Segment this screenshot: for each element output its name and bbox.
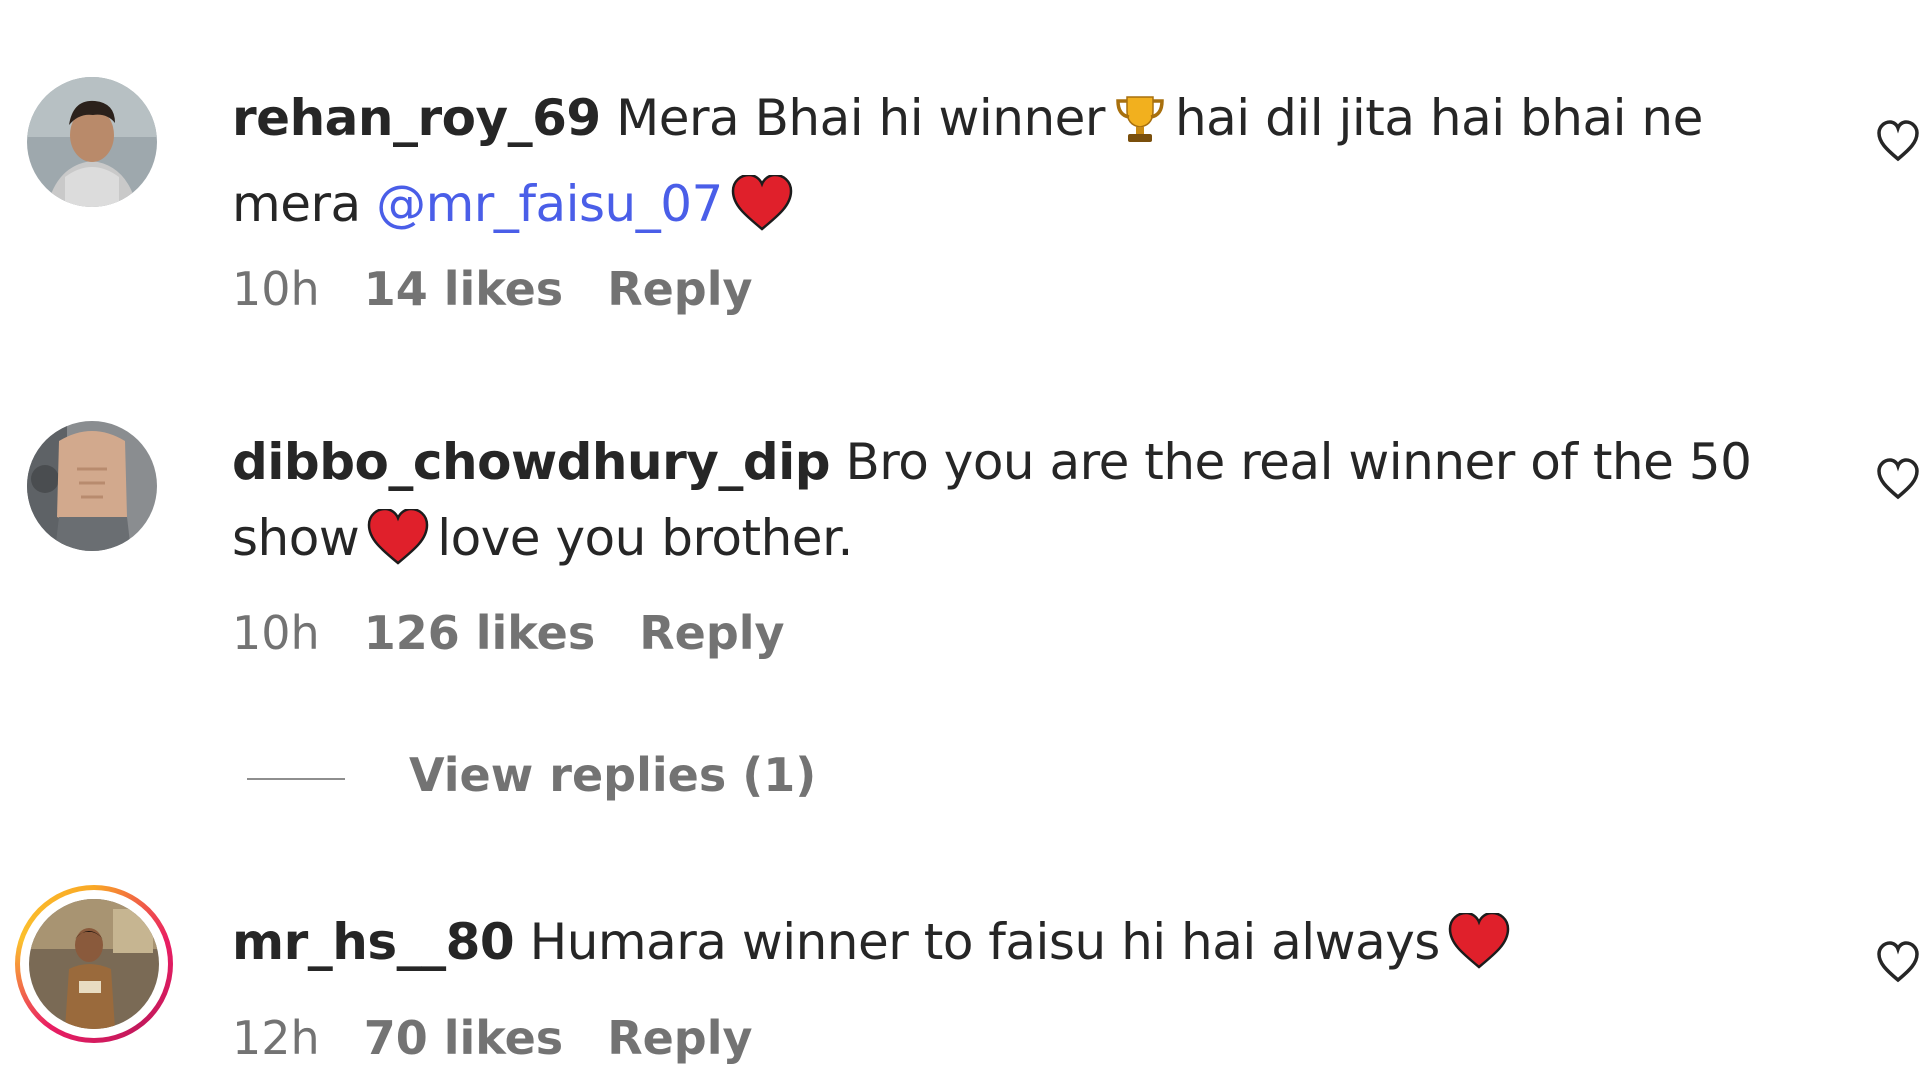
comment-text: love you brother. <box>437 509 853 567</box>
likes-count[interactable]: 14 likes <box>364 262 564 316</box>
reply-button[interactable]: Reply <box>639 606 784 660</box>
comment-text: Mera Bhai hi winner <box>616 89 1105 147</box>
username[interactable]: dibbo_chowdhury_dip <box>232 433 831 491</box>
avatar[interactable] <box>27 77 157 207</box>
view-replies-label: View replies (1) <box>409 748 817 802</box>
avatar <box>29 899 159 1029</box>
replies-divider-line <box>247 777 345 780</box>
likes-count[interactable]: 70 likes <box>364 1011 564 1065</box>
view-replies-button[interactable]: View replies (1) <box>247 748 816 808</box>
mention-link[interactable]: @mr_faisu_07 <box>376 175 723 233</box>
heart-outline-icon[interactable] <box>1876 940 1920 984</box>
avatar[interactable] <box>27 421 157 551</box>
reply-button[interactable]: Reply <box>607 1011 752 1065</box>
likes-count[interactable]: 126 likes <box>364 606 596 660</box>
trophy-emoji <box>1113 90 1167 166</box>
comment-meta: 12h 70 likes Reply <box>232 1011 797 1065</box>
comment-body: dibbo_chowdhury_dip Bro you are the real… <box>232 424 1772 586</box>
heart-outline-icon[interactable] <box>1876 119 1920 163</box>
comment-text: Humara winner to faisu hi hai always <box>529 913 1441 971</box>
red-heart-emoji <box>731 173 793 252</box>
comment-meta: 10h 126 likes Reply <box>232 606 829 660</box>
timestamp: 10h <box>232 606 320 660</box>
timestamp: 10h <box>232 262 320 316</box>
comment-meta: 10h 14 likes Reply <box>232 262 797 316</box>
comment-body: mr_hs__80 Humara winner to faisu hi hai … <box>232 904 1772 990</box>
comment-body: rehan_roy_69 Mera Bhai hi winner hai dil … <box>232 80 1772 252</box>
heart-outline-icon[interactable] <box>1876 457 1920 501</box>
reply-button[interactable]: Reply <box>607 262 752 316</box>
comments-list: rehan_roy_69 Mera Bhai hi winner hai dil … <box>0 0 1920 1080</box>
red-heart-emoji <box>367 507 429 586</box>
red-heart-emoji <box>1448 911 1510 990</box>
username[interactable]: rehan_roy_69 <box>232 89 601 147</box>
timestamp: 12h <box>232 1011 320 1065</box>
username[interactable]: mr_hs__80 <box>232 913 515 971</box>
story-ring-avatar[interactable] <box>15 885 173 1043</box>
